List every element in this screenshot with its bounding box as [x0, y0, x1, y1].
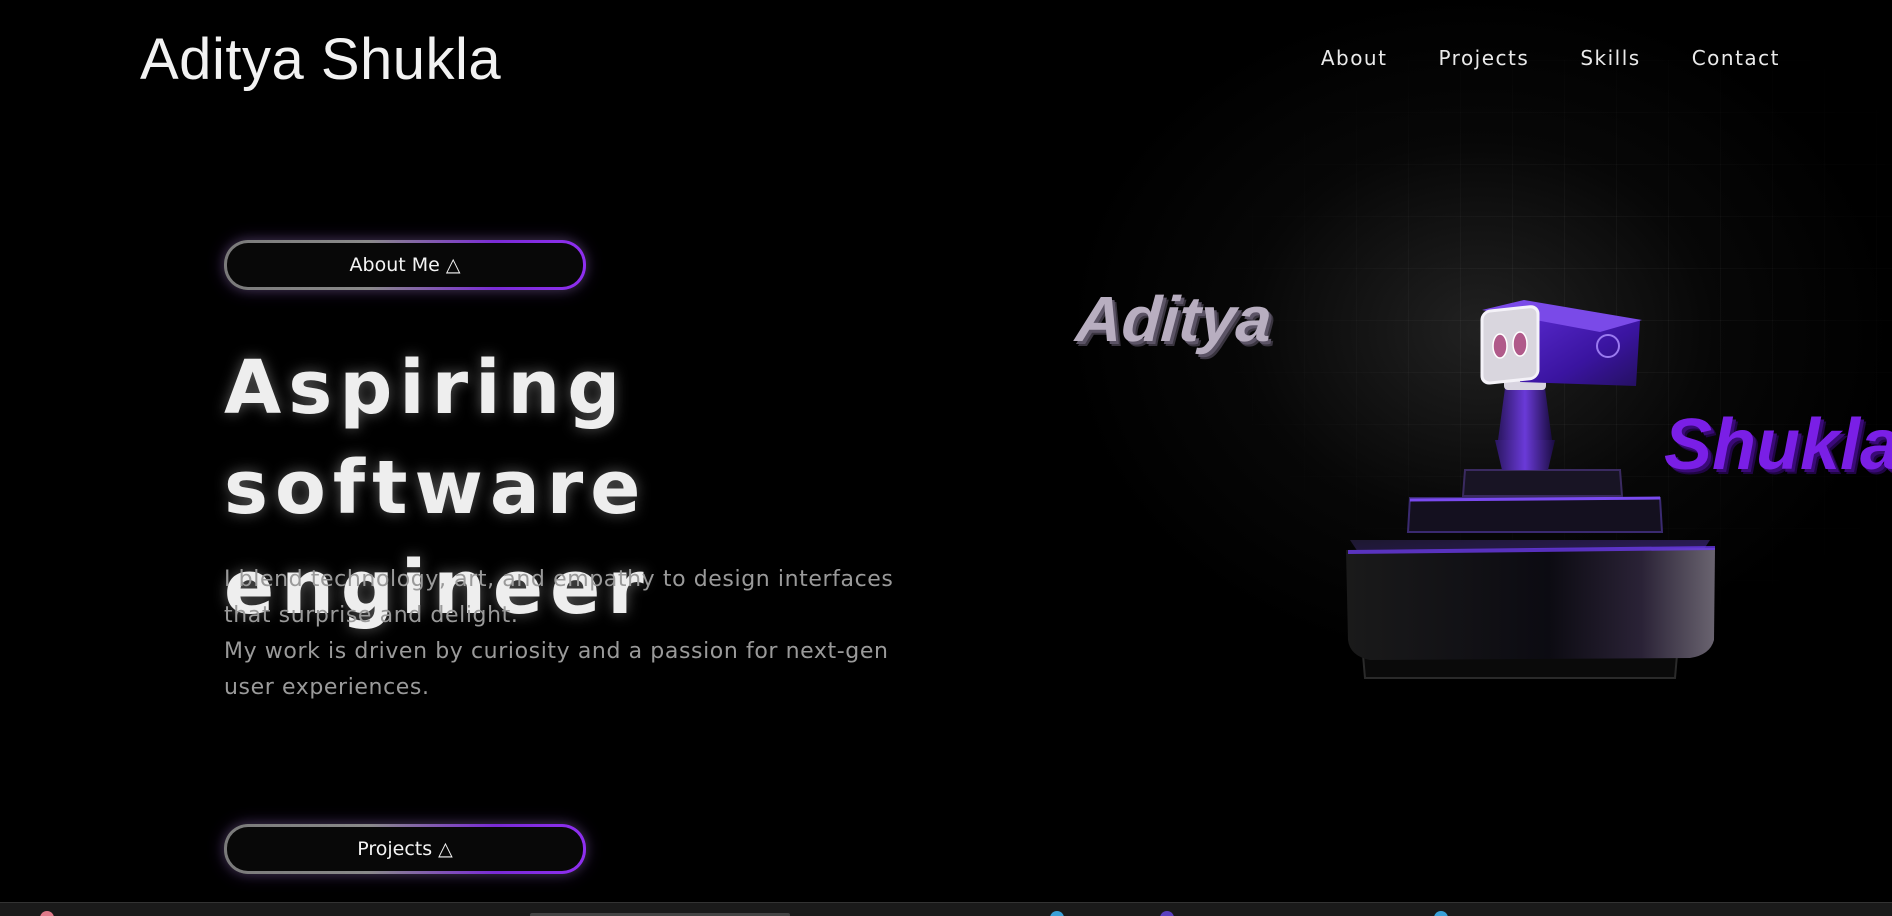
nav-projects[interactable]: Projects: [1438, 46, 1529, 70]
middle-step: [1406, 497, 1664, 533]
base-shadow: [1320, 678, 1720, 722]
robot-eye-right: [1512, 331, 1528, 357]
top-step: [1461, 469, 1624, 497]
projects-button-label: Projects △: [357, 838, 453, 860]
about-me-button-label: About Me △: [349, 254, 461, 276]
nav-about[interactable]: About: [1321, 46, 1388, 70]
portfolio-page: Aditya Shukla About Projects Skills Cont…: [0, 0, 1892, 916]
nav-skills[interactable]: Skills: [1580, 46, 1640, 70]
hero-3d-scene[interactable]: Aditya Shukla: [1040, 240, 1892, 722]
main-nav: About Projects Skills Contact: [1321, 46, 1780, 70]
robot-face: [1480, 305, 1540, 385]
nav-contact[interactable]: Contact: [1692, 46, 1780, 70]
hero-intro: I blend technology, art, and empathy to …: [224, 562, 944, 706]
taskbar-app-icon[interactable]: [1434, 911, 1448, 916]
taskbar-app-icon[interactable]: [1050, 911, 1064, 916]
base-side-face: [1346, 548, 1715, 660]
robot-neck-base: [1495, 440, 1555, 470]
intro-line-2: My work is driven by curiosity and a pas…: [224, 639, 889, 700]
robot-illustration: [1320, 300, 1720, 722]
floating-word-aditya: Aditya: [1073, 283, 1275, 355]
about-me-button[interactable]: About Me △: [224, 240, 586, 290]
taskbar-app-icon[interactable]: [40, 911, 54, 916]
os-taskbar: [0, 902, 1892, 916]
middle-step-rim: [1409, 496, 1661, 502]
robot-neck: [1498, 388, 1552, 440]
site-logo[interactable]: Aditya Shukla: [140, 26, 501, 93]
robot-eye-left: [1492, 333, 1508, 359]
intro-line-1: I blend technology, art, and empathy to …: [224, 567, 894, 628]
projects-button[interactable]: Projects △: [224, 824, 586, 874]
taskbar-app-icon[interactable]: [1160, 911, 1174, 916]
